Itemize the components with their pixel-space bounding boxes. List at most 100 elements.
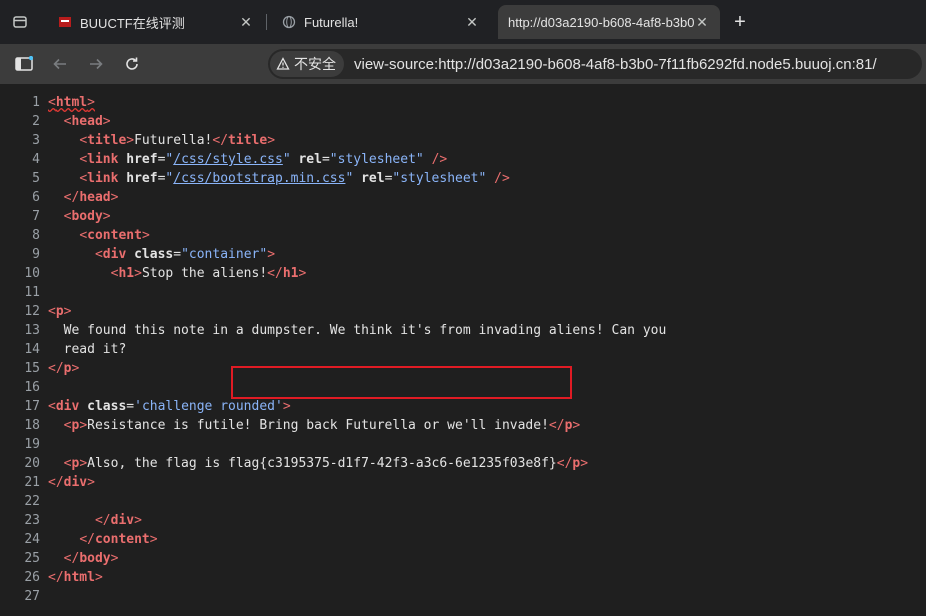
line-number: 24 <box>24 532 40 547</box>
line-number: 16 <box>24 380 40 395</box>
arrow-right-icon <box>90 58 103 70</box>
tab-label: BUUCTF在线评测 <box>80 15 185 31</box>
back-button[interactable] <box>48 52 72 76</box>
line-number: 18 <box>24 418 40 433</box>
source-line: 27 <box>0 587 40 606</box>
tab-list-icon <box>13 16 27 28</box>
close-tab-icon[interactable]: ✕ <box>464 14 480 30</box>
line-number: 11 <box>24 285 40 300</box>
source-line: 23 </div> <box>0 511 142 530</box>
line-number: 3 <box>32 133 40 148</box>
title-text: Futurella! <box>134 133 213 148</box>
h1-text: Stop the aliens! <box>141 266 268 281</box>
arrow-left-icon <box>53 58 66 70</box>
source-line: 19 <box>0 435 40 454</box>
sidebar-icon <box>15 56 33 71</box>
source-line: 3 <title>Futurella!</title> <box>0 131 275 150</box>
source-line: 2 <head> <box>0 112 110 131</box>
line-number: 27 <box>24 589 40 604</box>
source-line: 1 <html> <box>0 93 95 112</box>
source-line: 8 <content> <box>0 226 150 245</box>
stylesheet-link[interactable]: /css/bootstrap.min.css <box>173 171 345 186</box>
url-text[interactable]: view-source:http://d03a2190-b608-4af8-b3… <box>354 56 877 73</box>
line-number: 22 <box>24 494 40 509</box>
line-number: 21 <box>24 475 40 490</box>
source-line: 17 <div class='challenge rounded'> <box>0 397 290 416</box>
paragraph-text: Also, the flag is <box>87 456 229 471</box>
line-number: 1 <box>32 95 40 110</box>
line-number: 2 <box>32 114 40 129</box>
class-value: challenge rounded <box>141 399 275 414</box>
sidebar-toggle-button[interactable] <box>12 52 36 76</box>
flag-text: flag{c3195375-d1f7-42f3-a3c6-6e1235f03e8… <box>228 456 557 471</box>
line-number: 12 <box>24 304 40 319</box>
plus-icon: + <box>734 10 746 33</box>
line-number: 23 <box>24 513 40 528</box>
source-line: 20 <p>Also, the flag is flag{c3195375-d1… <box>0 454 588 473</box>
line-number: 6 <box>32 190 40 205</box>
source-line: 22 <box>0 492 40 511</box>
tab-label: Futurella! <box>304 14 359 30</box>
rel-value: stylesheet <box>400 171 479 186</box>
source-line: 6 </head> <box>0 188 118 207</box>
tab-futurella[interactable]: Futurella! ✕ <box>272 5 490 39</box>
line-number: 4 <box>32 152 40 167</box>
line-number: 20 <box>24 456 40 471</box>
buuctf-favicon-icon <box>59 17 71 27</box>
line-number: 13 <box>24 323 40 338</box>
security-label: 不安全 <box>294 56 336 72</box>
not-secure-icon <box>276 57 290 70</box>
source-line: 21 </div> <box>0 473 95 492</box>
paragraph-text: We found this note in a dumpster. We thi… <box>63 323 667 338</box>
line-number: 25 <box>24 551 40 566</box>
flag-highlight-box <box>231 366 572 399</box>
source-line: 4 <link href="/css/style.css" rel="style… <box>0 150 447 169</box>
toolbar: 不安全 view-source:http://d03a2190-b608-4af… <box>0 44 926 84</box>
line-number: 15 <box>24 361 40 376</box>
line-number: 9 <box>32 247 40 262</box>
line-number: 7 <box>32 209 40 224</box>
source-line: 9 <div class="container"> <box>0 245 275 264</box>
close-tab-icon[interactable]: ✕ <box>694 14 710 30</box>
tab-strip: BUUCTF在线评测 ✕ Futurella! ✕ http://d03a219… <box>0 0 926 44</box>
source-line: 11 <box>0 283 40 302</box>
source-line: 24 </content> <box>0 530 157 549</box>
paragraph-text: Resistance is futile! Bring back Futurel… <box>87 418 549 433</box>
source-line: 14 read it? <box>0 340 126 359</box>
rel-value: stylesheet <box>337 152 416 167</box>
reload-icon <box>126 57 138 70</box>
source-line: 10 <h1>Stop the aliens!</h1> <box>0 264 306 283</box>
source-line: 13 We found this note in a dumpster. We … <box>0 321 666 340</box>
stylesheet-link[interactable]: /css/style.css <box>173 152 283 167</box>
tab-label: http://d03a2190-b608-4af8-b3b0 <box>508 14 694 30</box>
line-number: 14 <box>24 342 40 357</box>
line-number: 26 <box>24 570 40 585</box>
source-line: 26 </html> <box>0 568 102 587</box>
new-tab-button[interactable]: + <box>728 10 752 34</box>
source-line: 16 <box>0 378 40 397</box>
address-bar[interactable]: 不安全 view-source:http://d03a2190-b608-4af… <box>268 49 922 79</box>
tab-search-button[interactable] <box>8 10 32 34</box>
forward-button[interactable] <box>84 52 108 76</box>
tab-divider <box>266 14 267 30</box>
source-line: 12 <p> <box>0 302 71 321</box>
paragraph-text: read it? <box>63 342 127 357</box>
close-tab-icon[interactable]: ✕ <box>238 14 254 30</box>
source-view: 1 <html> 2 <head> 3 <title>Futurella!</ti… <box>0 84 926 616</box>
security-chip[interactable]: 不安全 <box>270 51 344 77</box>
source-line: 5 <link href="/css/bootstrap.min.css" re… <box>0 169 510 188</box>
source-line: 25 </body> <box>0 549 118 568</box>
line-number: 8 <box>32 228 40 243</box>
line-number: 17 <box>24 399 40 414</box>
source-line: 18 <p>Resistance is futile! Bring back F… <box>0 416 580 435</box>
line-number: 5 <box>32 171 40 186</box>
line-number: 10 <box>24 266 40 281</box>
source-line: 15 </p> <box>0 359 79 378</box>
line-number: 19 <box>24 437 40 452</box>
globe-favicon-icon <box>282 15 296 29</box>
tab-buuctf[interactable]: BUUCTF在线评测 ✕ <box>48 5 264 39</box>
tab-view-source[interactable]: http://d03a2190-b608-4af8-b3b0 ✕ <box>498 5 720 39</box>
reload-button[interactable] <box>120 52 144 76</box>
source-line: 7 <body> <box>0 207 110 226</box>
class-value: container <box>188 247 260 262</box>
